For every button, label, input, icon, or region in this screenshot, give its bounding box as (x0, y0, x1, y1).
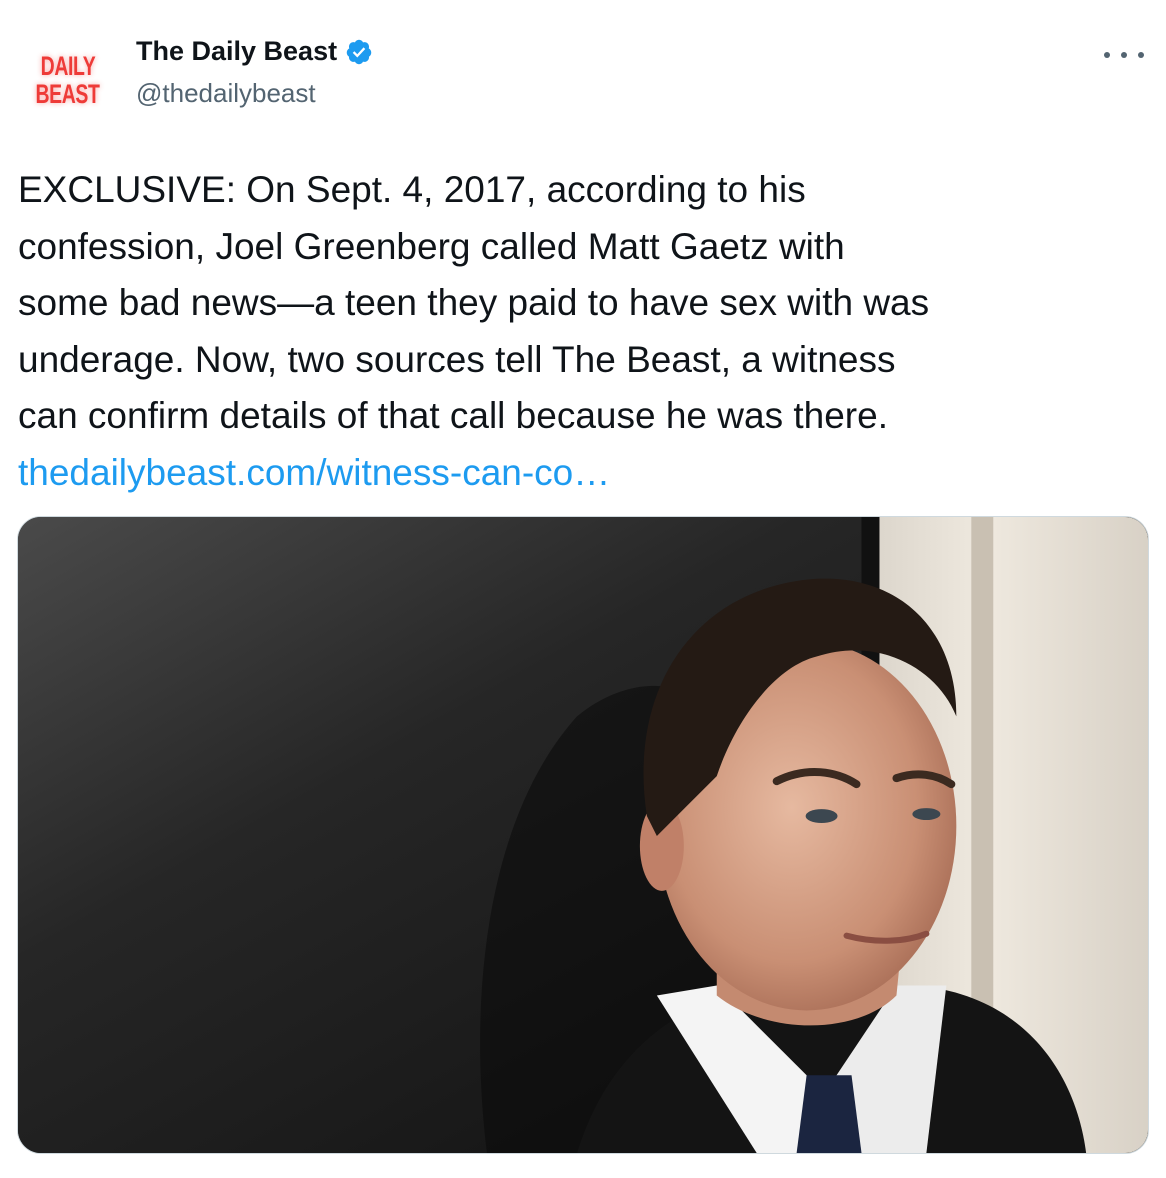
tweet-photo[interactable] (17, 516, 1149, 1154)
verified-badge-icon (345, 38, 373, 66)
article-link[interactable]: thedailybeast.com/witness-can-co… (18, 452, 610, 493)
tweet-text-line: some bad news—a teen they paid to have s… (18, 282, 930, 323)
more-dot (1138, 52, 1144, 58)
tweet: DAILY BEAST The Daily Beast @thedailybea… (0, 0, 1166, 1178)
portrait-illustration (18, 517, 1148, 1153)
handle[interactable]: @thedailybeast (136, 78, 316, 109)
avatar[interactable]: DAILY BEAST (18, 30, 118, 130)
more-dot (1121, 52, 1127, 58)
author-name-row: The Daily Beast (136, 36, 373, 67)
logo-text-beast: BEAST (35, 79, 101, 109)
tweet-text: EXCLUSIVE: On Sept. 4, 2017, according t… (18, 162, 1148, 501)
tweet-text-line: confession, Joel Greenberg called Matt G… (18, 225, 845, 267)
tweet-text-line: underage. Now, two sources tell The Beas… (18, 338, 896, 380)
more-options-icon[interactable] (1104, 40, 1144, 70)
tweet-text-line: EXCLUSIVE: On Sept. 4, 2017, according t… (18, 169, 806, 210)
tweet-text-line: can confirm details of that call because… (18, 395, 888, 436)
display-name[interactable]: The Daily Beast (136, 36, 337, 67)
more-dot (1104, 52, 1110, 58)
logo-text-daily: DAILY (40, 51, 96, 81)
